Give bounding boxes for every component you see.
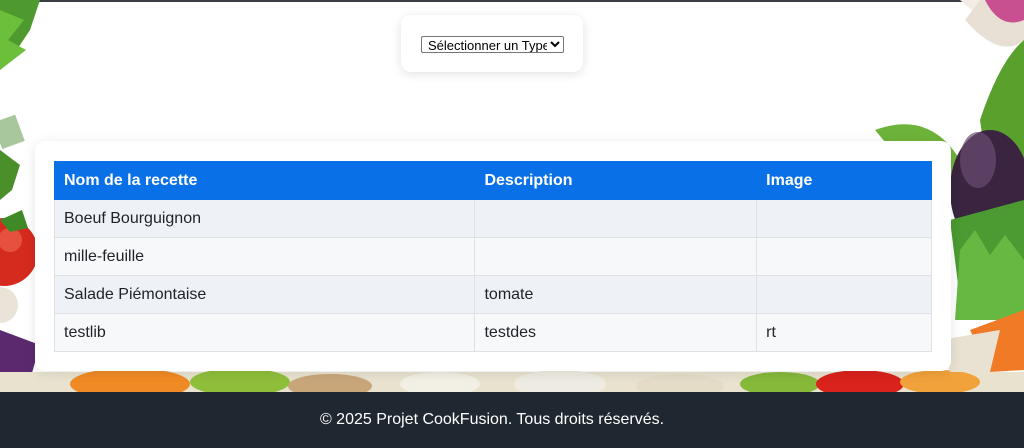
column-header-name: Nom de la recette	[53, 161, 476, 200]
table-header-row: Nom de la recette Description Image	[53, 161, 932, 200]
table-row: Salade Piémontaise tomate	[53, 275, 932, 314]
table-row: mille-feuille	[53, 237, 932, 276]
cell-recipe-name: Salade Piémontaise	[53, 275, 476, 314]
cell-description: tomate	[474, 275, 758, 314]
recipes-card: Nom de la recette Description Image Boeu…	[35, 141, 951, 371]
cell-description	[474, 199, 758, 238]
type-select[interactable]: Sélectionner un Type	[421, 36, 564, 53]
cell-image: rt	[756, 313, 932, 352]
cell-image	[756, 199, 932, 238]
table-row: testlib testdes rt	[53, 313, 932, 352]
recipes-table: Nom de la recette Description Image Boeu…	[53, 161, 932, 352]
site-footer: © 2025 Projet CookFusion. Tous droits ré…	[0, 392, 1024, 448]
cell-image	[756, 237, 932, 276]
copyright-text: © 2025 Projet CookFusion. Tous droits ré…	[319, 411, 665, 428]
column-header-description: Description	[474, 161, 758, 200]
type-filter-card: Sélectionner un Type	[401, 15, 583, 72]
cell-recipe-name: Boeuf Bourguignon	[53, 199, 476, 238]
column-header-image: Image	[756, 161, 932, 200]
cell-recipe-name: testlib	[53, 313, 476, 352]
table-row: Boeuf Bourguignon	[53, 199, 932, 238]
cell-image	[756, 275, 932, 314]
cell-description: testdes	[474, 313, 758, 352]
cell-recipe-name: mille-feuille	[53, 237, 476, 276]
cell-description	[474, 237, 758, 276]
